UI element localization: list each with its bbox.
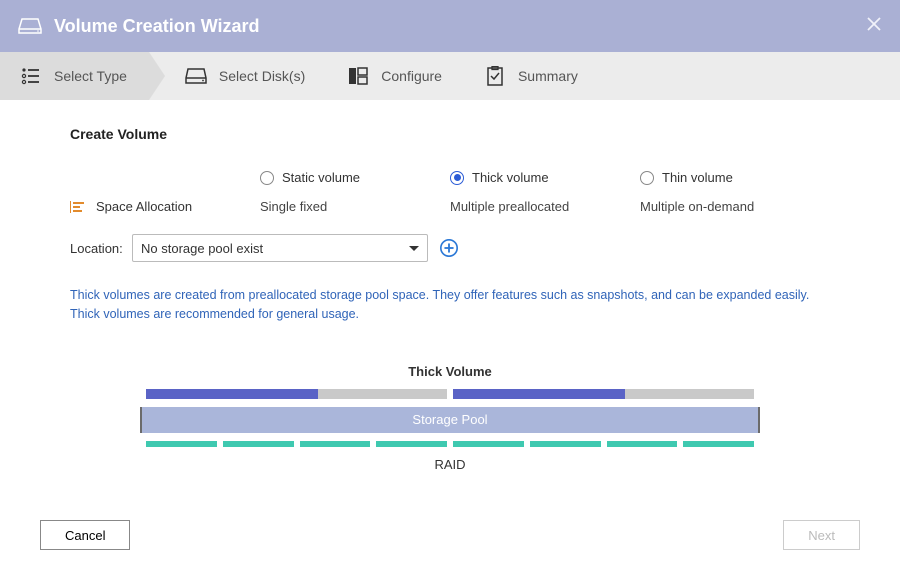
diagram-raid-segment	[530, 441, 601, 447]
diagram-volume-bar	[146, 389, 447, 399]
next-button[interactable]: Next	[783, 520, 860, 550]
list-icon	[20, 66, 42, 86]
location-label: Location:	[70, 241, 132, 256]
diagram-raid-segment	[376, 441, 447, 447]
location-value: No storage pool exist	[141, 241, 263, 256]
add-storage-pool-button[interactable]	[438, 237, 460, 259]
radio-label: Static volume	[282, 170, 360, 185]
diagram-raid-label: RAID	[140, 457, 760, 472]
diagram-storage-pool: Storage Pool	[140, 407, 760, 433]
radio-label: Thin volume	[662, 170, 733, 185]
radio-label: Thick volume	[472, 170, 549, 185]
wizard-steps: Select Type Select Disk(s) Configure Sum…	[0, 52, 900, 100]
titlebar: Volume Creation Wizard	[0, 0, 900, 52]
diagram-raid-row	[140, 441, 760, 447]
radio-static-volume[interactable]: Static volume	[260, 170, 450, 185]
allocation-static: Single fixed	[260, 199, 450, 214]
diagram-volume-row	[140, 389, 760, 399]
diagram-raid-segment	[453, 441, 524, 447]
radio-thick-volume[interactable]: Thick volume	[450, 170, 640, 185]
diagram-raid-segment	[607, 441, 678, 447]
diagram-raid-segment	[146, 441, 217, 447]
step-label: Summary	[518, 68, 578, 84]
configure-icon	[347, 66, 369, 86]
diagram-title: Thick Volume	[140, 364, 760, 379]
disk-icon	[18, 17, 42, 35]
volume-diagram: Thick Volume Storage Pool RAID	[140, 364, 760, 472]
space-allocation-label: Space Allocation	[96, 199, 192, 214]
volume-type-grid: Static volume Thick volume Thin volume S…	[70, 170, 830, 214]
location-row: Location: No storage pool exist	[70, 234, 830, 262]
step-select-type[interactable]: Select Type	[0, 52, 149, 100]
diagram-raid-segment	[683, 441, 754, 447]
step-label: Select Type	[54, 68, 127, 84]
diagram-raid-segment	[223, 441, 294, 447]
location-select[interactable]: No storage pool exist	[132, 234, 428, 262]
step-label: Select Disk(s)	[219, 68, 305, 84]
section-title: Create Volume	[70, 126, 830, 142]
chevron-down-icon	[409, 246, 419, 251]
allocation-thin: Multiple on-demand	[640, 199, 830, 214]
step-label: Configure	[381, 68, 442, 84]
footer: Cancel Next	[0, 500, 900, 570]
close-button[interactable]	[862, 12, 886, 36]
radio-thin-volume[interactable]: Thin volume	[640, 170, 830, 185]
cancel-button[interactable]: Cancel	[40, 520, 130, 550]
step-select-disks[interactable]: Select Disk(s)	[149, 52, 327, 100]
clipboard-icon	[484, 66, 506, 86]
allocation-thick: Multiple preallocated	[450, 199, 640, 214]
step-summary[interactable]: Summary	[464, 52, 600, 100]
content-area: Create Volume Static volume Thick volume…	[0, 100, 900, 500]
titlebar-title: Volume Creation Wizard	[54, 16, 260, 37]
step-configure[interactable]: Configure	[327, 52, 464, 100]
diagram-raid-segment	[300, 441, 371, 447]
allocation-icon	[70, 200, 86, 214]
space-allocation-label-cell: Space Allocation	[70, 199, 260, 214]
drive-icon	[185, 66, 207, 86]
volume-type-note: Thick volumes are created from prealloca…	[70, 286, 830, 324]
diagram-volume-bar	[453, 389, 754, 399]
